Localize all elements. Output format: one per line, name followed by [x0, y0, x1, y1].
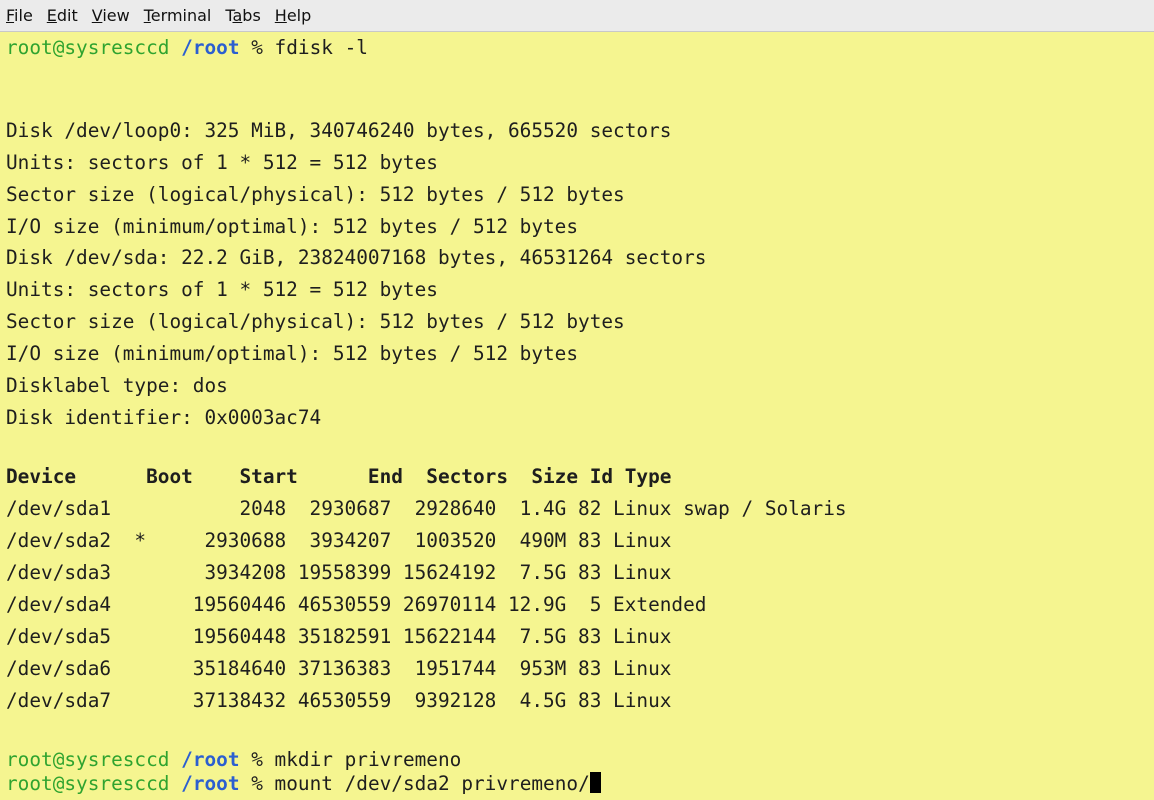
output-line: Disk /dev/sda: 22.2 GiB, 23824007168 byt… [6, 246, 707, 269]
prompt-line-mkdir: root@sysresccd /root % mkdir privremeno [6, 748, 462, 771]
menu-view[interactable]: View [92, 6, 130, 25]
menu-file[interactable]: File [6, 6, 33, 25]
output-line: Sector size (logical/physical): 512 byte… [6, 183, 625, 206]
menu-help[interactable]: Help [275, 6, 311, 25]
menu-tabs[interactable]: Tabs [225, 6, 260, 25]
output-line: Disk identifier: 0x0003ac74 [6, 406, 322, 429]
partition-row: /dev/sda2 * 2930688 3934207 1003520 490M… [6, 529, 672, 552]
partition-row: /dev/sda7 37138432 46530559 9392128 4.5G… [6, 689, 672, 712]
output-line: Disk /dev/loop0: 325 MiB, 340746240 byte… [6, 119, 672, 142]
command-text: mkdir privremeno [274, 748, 462, 771]
partition-row: /dev/sda5 19560448 35182591 15622144 7.5… [6, 625, 672, 648]
output-line: Units: sectors of 1 * 512 = 512 bytes [6, 278, 438, 301]
partition-row: /dev/sda4 19560446 46530559 26970114 12.… [6, 593, 707, 616]
partition-row: /dev/sda1 2048 2930687 2928640 1.4G 82 L… [6, 497, 847, 520]
partition-table-header: Device Boot Start End Sectors Size Id Ty… [6, 465, 672, 488]
output-line: Sector size (logical/physical): 512 byte… [6, 310, 625, 333]
output-line: Disklabel type: dos [6, 374, 228, 397]
menu-bar: File Edit View Terminal Tabs Help [0, 0, 1154, 32]
partition-row: /dev/sda3 3934208 19558399 15624192 7.5G… [6, 561, 672, 584]
terminal-output[interactable]: root@sysresccd /root % fdisk -l Disk /de… [0, 33, 1154, 800]
output-line: I/O size (minimum/optimal): 512 bytes / … [6, 215, 579, 238]
menu-edit[interactable]: Edit [47, 6, 78, 25]
output-line: I/O size (minimum/optimal): 512 bytes / … [6, 342, 579, 365]
command-text: mount /dev/sda2 privremeno/ [274, 772, 590, 795]
partition-row: /dev/sda6 35184640 37136383 1951744 953M… [6, 657, 672, 680]
prompt-line-mount: root@sysresccd /root % mount /dev/sda2 p… [6, 771, 601, 797]
prompt-line-fdisk: root@sysresccd /root % fdisk -l [6, 36, 368, 59]
menu-terminal[interactable]: Terminal [144, 6, 212, 25]
command-text: fdisk -l [274, 36, 368, 59]
text-cursor [589, 772, 601, 793]
output-line: Units: sectors of 1 * 512 = 512 bytes [6, 151, 438, 174]
